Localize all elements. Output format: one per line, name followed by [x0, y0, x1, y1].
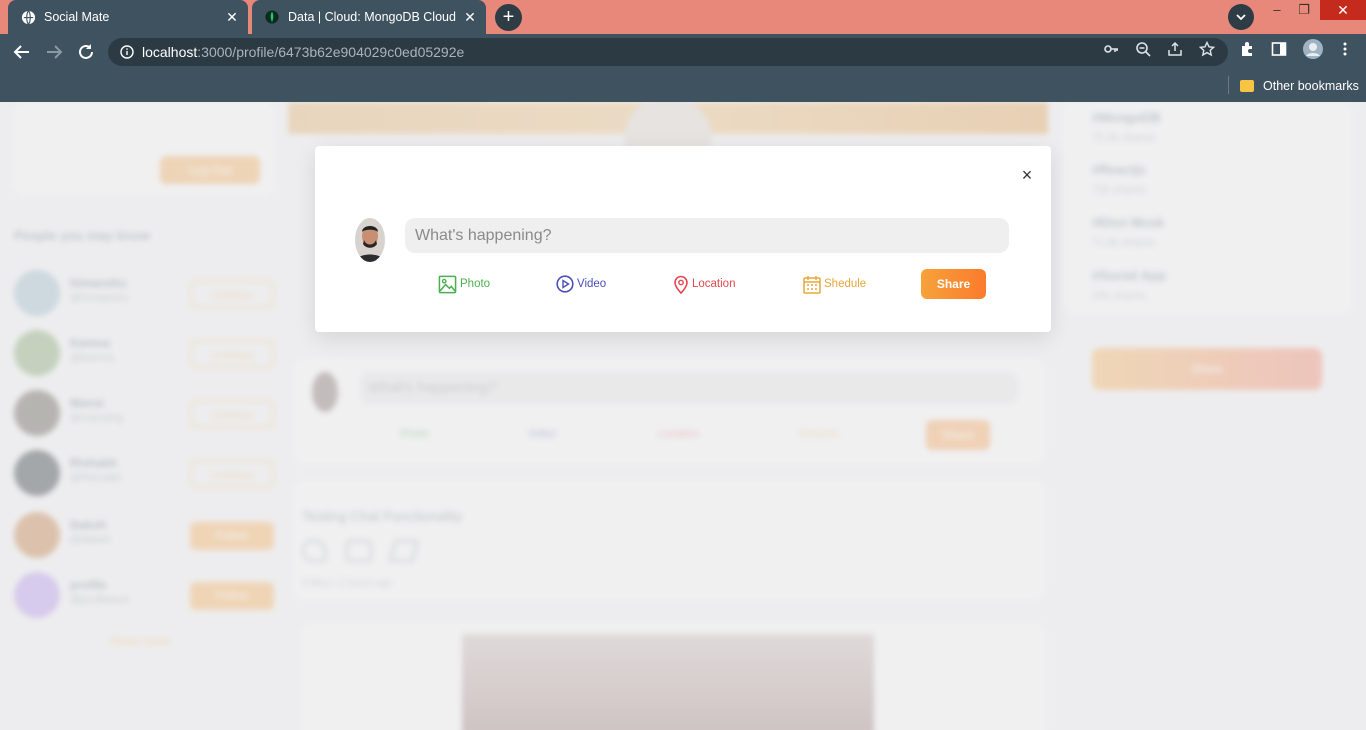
tab-title: Data | Cloud: MongoDB Cloud — [288, 10, 456, 24]
page-viewport: Log Out People you may know himanshu @hi… — [0, 102, 1366, 730]
video-option[interactable]: Video — [556, 274, 606, 294]
address-bar[interactable]: localhost:3000/profile/6473b62e904029c0e… — [108, 38, 1228, 66]
folder-icon — [1240, 80, 1254, 92]
avatar — [355, 218, 385, 262]
arrow-right-icon — [47, 45, 63, 59]
video-label: Video — [577, 278, 607, 290]
new-tab-button[interactable]: + — [495, 4, 522, 31]
tab-close-icon[interactable]: ✕ — [460, 9, 480, 26]
forward-button[interactable] — [42, 40, 66, 64]
location-pin-icon — [674, 275, 688, 294]
other-bookmarks-label: Other bookmarks — [1263, 79, 1359, 93]
mongodb-leaf-icon — [264, 9, 280, 25]
calendar-icon — [803, 275, 821, 294]
tab-mongodb-cloud[interactable]: Data | Cloud: MongoDB Cloud ✕ — [252, 0, 486, 34]
location-label: Location — [692, 278, 736, 290]
photo-label: Photo — [460, 278, 491, 290]
menu-kebab-icon[interactable] — [1336, 40, 1354, 58]
browser-toolbar: localhost:3000/profile/6473b62e904029c0e… — [0, 34, 1366, 70]
profile-avatar[interactable] — [1302, 38, 1324, 60]
bookmarks-bar: Other bookmarks — [0, 70, 1366, 102]
post-input[interactable] — [405, 218, 1009, 253]
chevron-down-icon — [1236, 14, 1246, 21]
key-icon[interactable] — [1102, 40, 1120, 58]
photo-option[interactable]: Photo — [438, 274, 490, 294]
tab-strip: Social Mate ✕ Data | Cloud: MongoDB Clou… — [0, 0, 1366, 34]
close-icon[interactable]: × — [1018, 166, 1036, 184]
minimize-button[interactable]: – — [1262, 0, 1292, 20]
url-text: localhost:3000/profile/6473b62e904029c0e… — [142, 44, 465, 60]
schedule-option[interactable]: Shedule — [803, 274, 866, 294]
window-close-button[interactable]: ✕ — [1320, 0, 1366, 20]
tab-title: Social Mate — [44, 10, 110, 24]
extensions-icon[interactable] — [1238, 40, 1256, 58]
tab-social-mate[interactable]: Social Mate ✕ — [8, 0, 248, 34]
tab-close-icon[interactable]: ✕ — [222, 9, 242, 26]
reload-icon — [79, 44, 93, 59]
tab-search-button[interactable] — [1228, 4, 1254, 30]
share-icon[interactable] — [1166, 40, 1184, 58]
star-icon[interactable] — [1198, 40, 1216, 58]
arrow-left-icon — [13, 45, 29, 59]
restore-button[interactable]: ❐ — [1289, 0, 1319, 20]
schedule-label: Shedule — [824, 278, 867, 290]
bookmarks-separator — [1228, 76, 1229, 94]
side-panel-icon[interactable] — [1270, 40, 1288, 58]
zoom-icon[interactable] — [1134, 40, 1152, 58]
location-option[interactable]: Location — [673, 274, 735, 294]
back-button[interactable] — [10, 40, 34, 64]
image-icon — [438, 275, 457, 293]
globe-icon — [20, 9, 36, 25]
share-modal: × Photo Video Location Shedule — [315, 146, 1051, 332]
play-circle-icon — [556, 275, 574, 293]
reload-button[interactable] — [74, 40, 98, 64]
other-bookmarks-button[interactable]: Other bookmarks — [1240, 76, 1359, 96]
info-icon — [120, 45, 134, 59]
share-button[interactable]: Share — [921, 269, 986, 299]
